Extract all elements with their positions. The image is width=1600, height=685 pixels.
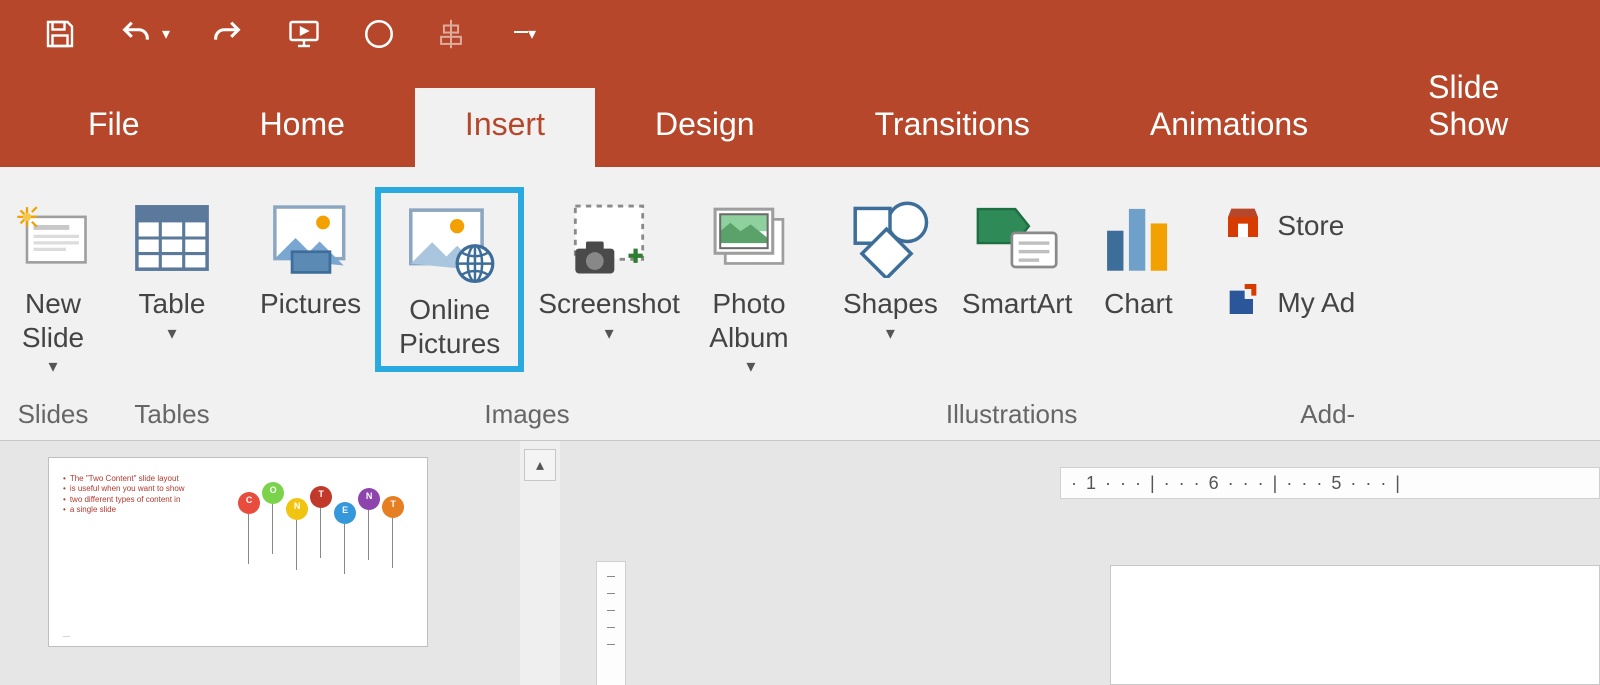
- balloon-graphic: E: [334, 502, 356, 524]
- new-slide-button[interactable]: New Slide ▾: [4, 187, 102, 377]
- thumbnail-balloons-graphic: CONTENT: [227, 474, 415, 638]
- group-illustrations: Shapes ▾ SmartArt: [819, 167, 1204, 440]
- customize-qat-caret[interactable]: ▾: [514, 24, 536, 44]
- horizontal-ruler: · 1 · · · | · · · 6 · · · | · · · 5 · · …: [1060, 467, 1600, 499]
- tab-home[interactable]: Home: [190, 88, 415, 167]
- group-illustrations-label: Illustrations: [946, 399, 1078, 436]
- thumbnail-text-content: The "Two Content" slide layout is useful…: [63, 474, 219, 638]
- tab-transitions[interactable]: Transitions: [815, 88, 1090, 167]
- chart-label: Chart: [1104, 287, 1172, 321]
- screenshot-caret[interactable]: ▾: [605, 323, 614, 344]
- ribbon-tabs: File Home Insert Design Transitions Anim…: [0, 67, 1600, 167]
- smartart-button[interactable]: SmartArt: [952, 187, 1082, 321]
- group-tables: Table ▾ Tables: [109, 167, 235, 440]
- chart-icon: [1096, 193, 1180, 283]
- balloon-graphic: T: [382, 496, 404, 518]
- quick-access-toolbar: ▾ ▾: [0, 0, 1600, 67]
- group-images-label: Images: [484, 399, 569, 436]
- undo-dropdown-caret[interactable]: ▾: [162, 24, 170, 44]
- align-objects-icon[interactable]: [434, 17, 468, 51]
- balloon-graphic: N: [358, 488, 380, 510]
- store-icon: [1223, 203, 1263, 248]
- photo-album-caret[interactable]: ▾: [746, 356, 755, 377]
- smartart-label: SmartArt: [962, 287, 1072, 321]
- table-caret[interactable]: ▾: [167, 323, 176, 344]
- tab-slide-show[interactable]: Slide Show: [1368, 51, 1600, 167]
- slide-canvas-area: · 1 · · · | · · · 6 · · · | · · · 5 · · …: [560, 441, 1600, 685]
- screenshot-label: Screenshot: [538, 287, 680, 321]
- my-addins-button[interactable]: My Ad: [1219, 274, 1359, 331]
- thumbnail-scrollbar[interactable]: ▴: [520, 441, 560, 685]
- tab-design[interactable]: Design: [595, 88, 815, 167]
- screenshot-button[interactable]: Screenshot ▾: [528, 187, 690, 344]
- pictures-label: Pictures: [260, 287, 361, 321]
- group-addins: Store My Ad Add-: [1205, 167, 1359, 440]
- scroll-up-button[interactable]: ▴: [524, 449, 556, 481]
- group-addins-label: Add-: [1300, 399, 1359, 436]
- my-addins-label: My Ad: [1277, 287, 1355, 319]
- balloon-graphic: N: [286, 498, 308, 520]
- store-button[interactable]: Store: [1219, 197, 1348, 254]
- thumbnail-footer: —: [63, 633, 70, 640]
- slide-canvas[interactable]: [1110, 565, 1600, 685]
- photo-album-label: Photo Album: [709, 287, 788, 354]
- new-slide-icon: [14, 193, 92, 283]
- vertical-ruler: [596, 561, 626, 685]
- smartart-icon: [971, 193, 1063, 283]
- table-label: Table: [139, 287, 206, 321]
- balloon-graphic: C: [238, 492, 260, 514]
- shapes-caret[interactable]: ▾: [886, 323, 895, 344]
- shapes-label: Shapes: [843, 287, 938, 321]
- group-slides-label: Slides: [18, 399, 89, 436]
- group-tables-label: Tables: [134, 399, 209, 436]
- redo-icon[interactable]: [208, 17, 246, 51]
- group-slides: New Slide ▾ Slides: [0, 167, 108, 440]
- online-pictures-icon: [403, 199, 497, 289]
- save-icon[interactable]: [42, 16, 78, 52]
- ribbon: New Slide ▾ Slides Table ▾ Tables: [0, 167, 1600, 441]
- work-area: The "Two Content" slide layout is useful…: [0, 441, 1600, 685]
- balloon-graphic: O: [262, 482, 284, 504]
- photo-album-icon: [704, 193, 794, 283]
- slide-thumbnail-pane: The "Two Content" slide layout is useful…: [0, 441, 520, 685]
- store-label: Store: [1277, 210, 1344, 242]
- screenshot-icon: [564, 193, 654, 283]
- tab-animations[interactable]: Animations: [1090, 88, 1368, 167]
- group-images: Pictures Online Pictures: [236, 167, 818, 440]
- start-slideshow-icon[interactable]: [284, 16, 324, 52]
- shapes-button[interactable]: Shapes ▾: [833, 187, 948, 344]
- new-slide-label: New Slide: [22, 287, 84, 354]
- chart-button[interactable]: Chart: [1086, 187, 1190, 321]
- my-addins-icon: [1223, 280, 1263, 325]
- online-pictures-button[interactable]: Online Pictures: [375, 187, 524, 372]
- shapes-icon: [844, 193, 936, 283]
- undo-icon[interactable]: ▾: [116, 17, 170, 51]
- photo-album-button[interactable]: Photo Album ▾: [694, 187, 804, 377]
- tab-insert[interactable]: Insert: [415, 88, 595, 167]
- pictures-icon: [268, 193, 354, 283]
- tab-file[interactable]: File: [38, 88, 190, 167]
- circle-shape-icon[interactable]: [362, 17, 396, 51]
- slide-thumbnail[interactable]: The "Two Content" slide layout is useful…: [48, 457, 428, 647]
- new-slide-caret[interactable]: ▾: [48, 356, 57, 377]
- pictures-button[interactable]: Pictures: [250, 187, 371, 321]
- table-button[interactable]: Table ▾: [123, 187, 221, 344]
- table-icon: [133, 193, 211, 283]
- online-pictures-label: Online Pictures: [399, 293, 500, 360]
- balloon-graphic: T: [310, 486, 332, 508]
